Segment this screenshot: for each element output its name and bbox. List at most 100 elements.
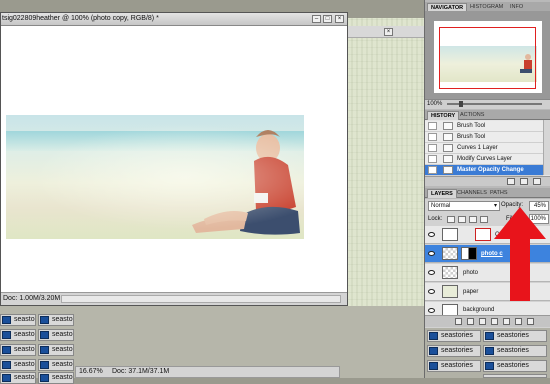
adjustment-layer-icon[interactable]: [491, 318, 498, 325]
tab-layers[interactable]: LAYERS: [427, 189, 457, 198]
minimized-document[interactable]: seastories: [38, 314, 74, 326]
minimized-document[interactable]: seastories: [483, 374, 547, 378]
document-title: tsig022809heather @ 100% (photo copy, RG…: [2, 15, 159, 22]
folder-icon[interactable]: [503, 318, 510, 325]
history-source-checkbox[interactable]: [428, 122, 437, 130]
fx-icon[interactable]: [467, 318, 474, 325]
document-canvas[interactable]: [1, 26, 347, 293]
horizontal-scrollbar[interactable]: [61, 295, 341, 303]
minimized-document[interactable]: seastories: [0, 372, 36, 384]
minimized-document[interactable]: seastories: [38, 372, 74, 384]
history-item[interactable]: Curves 1 Layer: [425, 143, 543, 154]
lock-label: Lock:: [428, 216, 443, 222]
navigator-zoom-slider[interactable]: [447, 101, 542, 107]
document-size-info: Doc: 1.00M/3.20M: [3, 295, 61, 302]
history-footer: [425, 176, 550, 186]
lock-position-icon[interactable]: [469, 216, 477, 223]
photoshop-doc-icon: [485, 362, 494, 370]
red-arrow-icon: [494, 207, 546, 301]
tab-actions[interactable]: ACTIONS: [457, 111, 487, 120]
link-icon[interactable]: [455, 318, 462, 325]
minimized-document[interactable]: seastories: [483, 330, 547, 342]
minimized-document[interactable]: seastories: [38, 359, 74, 371]
photoshop-doc-icon: [2, 331, 11, 339]
minimized-documents-right: seastories seastories seastories seastor…: [425, 328, 550, 378]
minimize-icon[interactable]: –: [312, 15, 321, 23]
photoshop-doc-icon: [2, 374, 11, 382]
beach-photo: [6, 115, 304, 239]
photoshop-doc-icon: [429, 347, 438, 355]
document-titlebar[interactable]: tsig022809heather @ 100% (photo copy, RG…: [1, 13, 347, 26]
layer-mask-thumbnail[interactable]: [461, 247, 477, 260]
navigator-view-rectangle[interactable]: [439, 27, 536, 89]
minimized-document[interactable]: seastories: [38, 344, 74, 356]
photoshop-doc-icon: [40, 331, 49, 339]
navigator-zoom-value[interactable]: 100%: [427, 101, 442, 107]
photoshop-doc-icon: [2, 316, 11, 324]
new-layer-icon[interactable]: [515, 318, 522, 325]
tab-history[interactable]: HISTORY: [427, 111, 460, 120]
navigator-preview[interactable]: [425, 11, 550, 99]
layer-thumbnail: [442, 266, 458, 279]
history-source-checkbox[interactable]: [428, 133, 437, 141]
minimized-document[interactable]: seastories: [427, 345, 481, 357]
photoshop-doc-icon: [40, 346, 49, 354]
mask-icon[interactable]: [479, 318, 486, 325]
photoshop-doc-icon: [485, 332, 494, 340]
curves-adjustment-icon: [442, 228, 458, 241]
minimized-document[interactable]: seastories: [483, 345, 547, 357]
camera-icon[interactable]: [520, 178, 528, 185]
minimized-document[interactable]: seastories: [427, 330, 481, 342]
history-source-checkbox[interactable]: [428, 144, 437, 152]
minimized-document[interactable]: seastories: [0, 314, 36, 326]
layer-mask-thumbnail[interactable]: [475, 228, 491, 241]
photoshop-doc-icon: [40, 316, 49, 324]
zoom-level[interactable]: 16.67%: [79, 367, 103, 377]
lock-pixels-icon[interactable]: [458, 216, 466, 223]
navigator-zoom-bar: 100%: [425, 99, 550, 109]
history-item-selected[interactable]: Master Opacity Change: [425, 165, 543, 176]
photoshop-doc-icon: [2, 346, 11, 354]
layer-icon: [443, 144, 453, 152]
slider-knob[interactable]: [459, 101, 463, 107]
maximize-icon[interactable]: □: [323, 15, 332, 23]
layer-thumbnail: [442, 247, 458, 260]
history-source-checkbox[interactable]: [428, 166, 437, 174]
minimized-document[interactable]: seastories: [427, 360, 481, 372]
minimized-document[interactable]: seastories: [0, 344, 36, 356]
minimized-document[interactable]: seastories: [483, 360, 547, 372]
bottom-status-bar: 16.67% Doc: 37.1M/37.1M: [75, 366, 340, 378]
close-icon[interactable]: ×: [335, 15, 344, 23]
tab-paths[interactable]: PATHS: [487, 189, 511, 198]
eye-icon[interactable]: [428, 270, 435, 275]
history-scrollbar[interactable]: [543, 120, 550, 175]
eye-icon[interactable]: [428, 232, 435, 237]
layer-name: paper: [463, 289, 479, 295]
layers-footer: [425, 315, 550, 327]
layer-icon: [443, 155, 453, 163]
photoshop-doc-icon: [40, 374, 49, 382]
minimized-document[interactable]: seastories: [0, 359, 36, 371]
eye-icon[interactable]: [428, 251, 435, 256]
lock-all-icon[interactable]: [480, 216, 488, 223]
navigator-thumbnail[interactable]: [434, 21, 542, 93]
eye-icon[interactable]: [428, 289, 435, 294]
history-item[interactable]: Brush Tool: [425, 121, 543, 132]
photoshop-doc-icon: [429, 332, 438, 340]
history-tabs: HISTORY ACTIONS: [425, 110, 550, 120]
document-window[interactable]: tsig022809heather @ 100% (photo copy, RG…: [0, 12, 348, 306]
lock-transparency-icon[interactable]: [447, 216, 455, 223]
history-item[interactable]: Modify Curves Layer: [425, 154, 543, 165]
history-source-checkbox[interactable]: [428, 155, 437, 163]
minimized-document[interactable]: seastories: [38, 329, 74, 341]
close-icon[interactable]: ×: [384, 28, 393, 36]
eye-icon[interactable]: [428, 308, 435, 313]
history-item[interactable]: Brush Tool: [425, 132, 543, 143]
tab-channels[interactable]: CHANNELS: [454, 189, 490, 198]
photoshop-doc-icon: [40, 361, 49, 369]
new-document-icon[interactable]: [507, 178, 515, 185]
minimized-document[interactable]: seastories: [0, 329, 36, 341]
background-document-titlebar[interactable]: [340, 26, 424, 38]
trash-icon[interactable]: [527, 318, 534, 325]
trash-icon[interactable]: [533, 178, 541, 185]
